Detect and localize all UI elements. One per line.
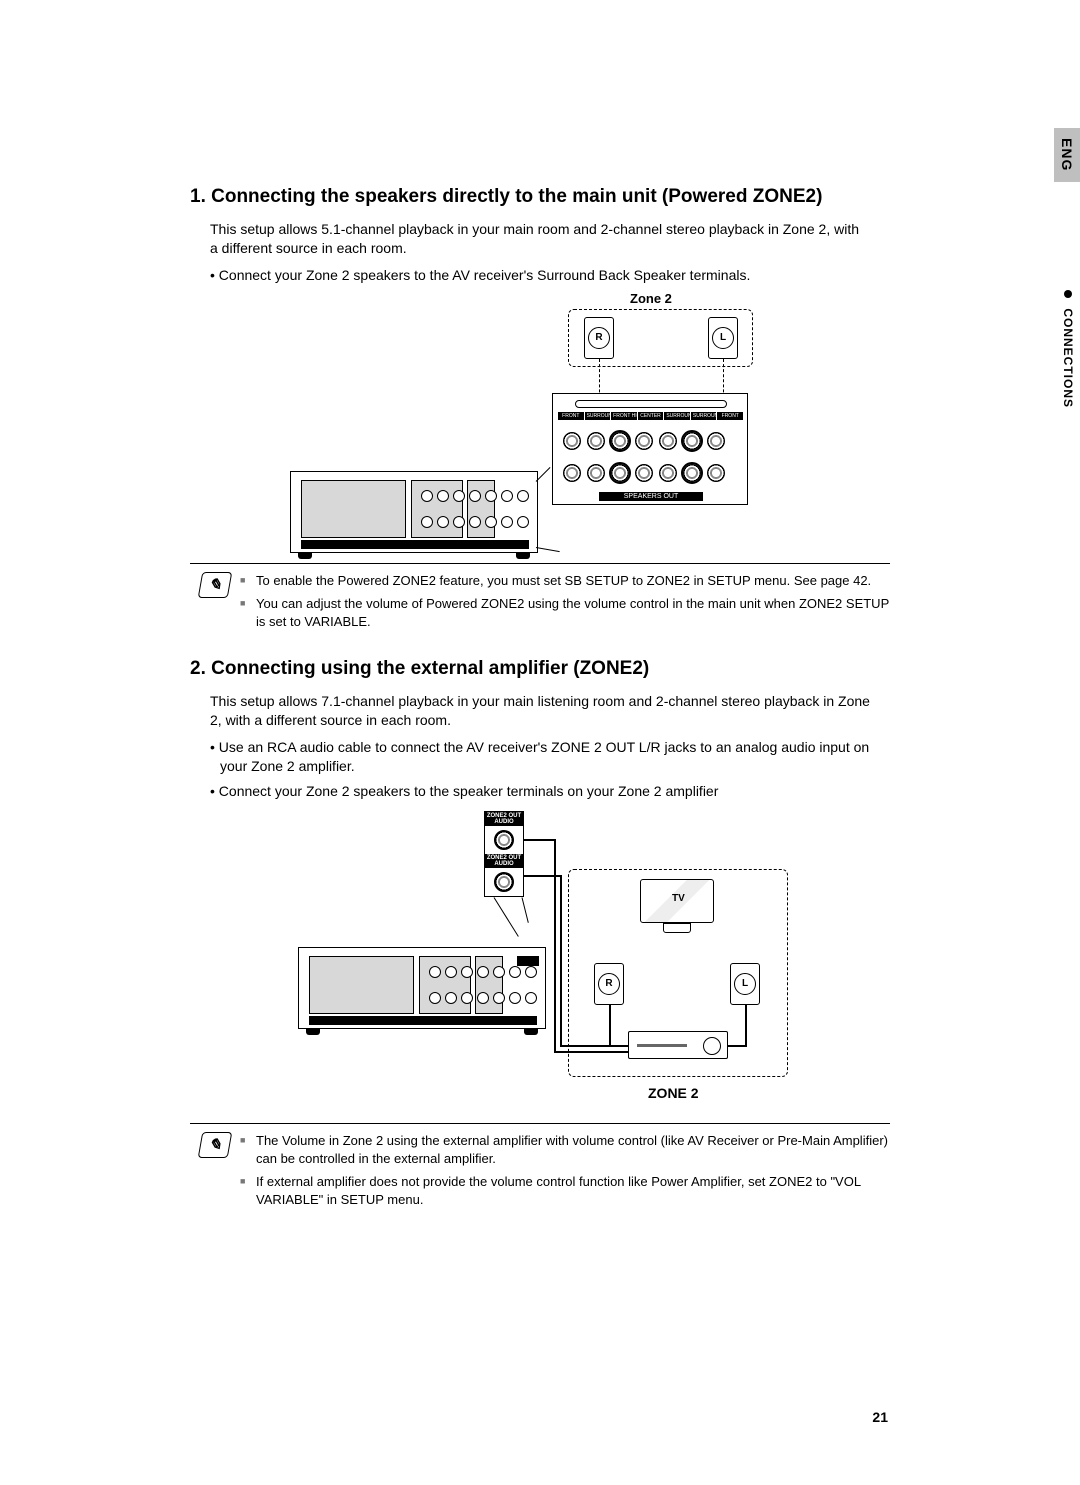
section1-title: 1. Connecting the speakers directly to t… xyxy=(190,186,890,208)
note-icon: ✎ xyxy=(198,572,233,598)
zone2-caption: ZONE 2 xyxy=(648,1085,699,1101)
terminal2-row-small-1 xyxy=(429,966,537,978)
receiver-foot-r xyxy=(516,553,530,559)
rca-h2 xyxy=(554,1051,629,1053)
figure-powered-zone2: Zone 2 R L xyxy=(190,291,890,557)
spk-l-wire-h xyxy=(727,1045,747,1047)
separator-1 xyxy=(190,563,890,564)
section2-title: 2. Connecting using the external amplifi… xyxy=(190,658,890,680)
separator-2 xyxy=(190,1123,890,1124)
section1-note-list: To enable the Powered ZONE2 feature, you… xyxy=(240,572,890,637)
zoom-line-3 xyxy=(494,897,519,937)
av-receiver-rear-2 xyxy=(298,947,546,1029)
manual-page: ENG CONNECTIONS 1. Connecting the speake… xyxy=(0,0,1080,1485)
panel2-strip xyxy=(309,1016,537,1025)
terminal-row-top xyxy=(563,432,725,450)
spk-l-wire-v xyxy=(745,1005,747,1045)
section2-notes: ✎ The Volume in Zone 2 using the externa… xyxy=(200,1132,890,1215)
zone2-out-panel: ZONE2 OUT AUDIO ZONE2 OUT AUDIO xyxy=(484,811,524,897)
terminal2-row-small-2 xyxy=(429,992,537,1004)
section-tab-text: CONNECTIONS xyxy=(1061,308,1075,408)
receiver2-foot-r xyxy=(524,1029,538,1035)
terminal-row-bottom xyxy=(563,464,725,482)
zone2-out-jack-l xyxy=(494,872,514,892)
amp-display xyxy=(637,1044,687,1047)
rca-v1b xyxy=(560,875,562,1045)
section2-intro: This setup allows 7.1-channel playback i… xyxy=(210,692,870,730)
zone2-amplifier xyxy=(628,1031,728,1059)
rca-v1 xyxy=(554,839,556,1051)
section2-note-list: The Volume in Zone 2 using the external … xyxy=(240,1132,890,1215)
receiver2-foot-l xyxy=(306,1029,320,1035)
zone2-label: Zone 2 xyxy=(630,291,672,306)
av-receiver-rear xyxy=(290,471,538,553)
panel-block-1 xyxy=(301,480,406,538)
section2-note-1: The Volume in Zone 2 using the external … xyxy=(240,1132,890,1168)
zoom-line-2 xyxy=(536,547,560,552)
rca-h1 xyxy=(524,839,554,841)
section1-bullet1: • Connect your Zone 2 speakers to the AV… xyxy=(220,266,870,285)
speaker-terminals-panel: FRONT SURROUND FRONT HIGH/ ZONE2 CENTER … xyxy=(552,393,748,505)
tv xyxy=(640,879,714,935)
speaker-right: R xyxy=(584,317,614,359)
terminal-labels: FRONT SURROUND FRONT HIGH/ ZONE2 CENTER … xyxy=(558,412,744,420)
section2-bullet2: • Connect your Zone 2 speakers to the sp… xyxy=(220,782,870,801)
terminal-row-small-1 xyxy=(421,490,529,502)
panel2-block-2 xyxy=(419,956,471,1014)
zone2-out-jack-r xyxy=(494,830,514,850)
panel-block-3 xyxy=(467,480,495,538)
note-icon-2: ✎ xyxy=(198,1132,233,1158)
page-content: 1. Connecting the speakers directly to t… xyxy=(190,186,890,1214)
section1-notes: ✎ To enable the Powered ZONE2 feature, y… xyxy=(200,572,890,637)
tv-stand xyxy=(663,923,691,933)
figure-external-amp-zone2: ZONE2 OUT AUDIO ZONE2 OUT AUDIO TV R L xyxy=(190,807,890,1117)
zone2-out-marker xyxy=(517,956,539,966)
section2: 2. Connecting using the external amplifi… xyxy=(190,658,890,1214)
section-tab: CONNECTIONS xyxy=(1061,290,1075,408)
bullet-icon xyxy=(1064,290,1072,298)
language-tab: ENG xyxy=(1054,128,1080,182)
panel-strip xyxy=(301,540,529,549)
lang-text: ENG xyxy=(1059,138,1075,171)
zone2-speaker-r: R xyxy=(594,963,624,1005)
panel-block-2 xyxy=(411,480,463,538)
zone2-speaker-l: L xyxy=(730,963,760,1005)
speaker-left: L xyxy=(708,317,738,359)
section1-note-2: You can adjust the volume of Powered ZON… xyxy=(240,595,890,631)
receiver-foot-l xyxy=(298,553,312,559)
section1-intro: This setup allows 5.1-channel playback i… xyxy=(210,220,870,258)
panel2-block-1 xyxy=(309,956,414,1014)
page-number: 21 xyxy=(872,1409,888,1425)
section2-note-2: If external amplifier does not provide t… xyxy=(240,1173,890,1209)
panel2-block-3 xyxy=(475,956,503,1014)
impedance-label xyxy=(575,400,727,408)
tv-label: TV xyxy=(672,893,685,904)
section2-bullet1: • Use an RCA audio cable to connect the … xyxy=(220,738,870,776)
spk-r-wire-v xyxy=(609,1005,611,1045)
zoom-line-4 xyxy=(522,897,529,922)
zone2-out-label2: ZONE2 OUT AUDIO xyxy=(485,854,523,868)
speakers-out-label: SPEAKERS OUT xyxy=(599,492,703,501)
zone2-out-label1: ZONE2 OUT AUDIO xyxy=(485,812,523,826)
terminal-row-small-2 xyxy=(421,516,529,528)
section1-note-1: To enable the Powered ZONE2 feature, you… xyxy=(240,572,890,590)
rca-h2b xyxy=(560,1045,629,1047)
